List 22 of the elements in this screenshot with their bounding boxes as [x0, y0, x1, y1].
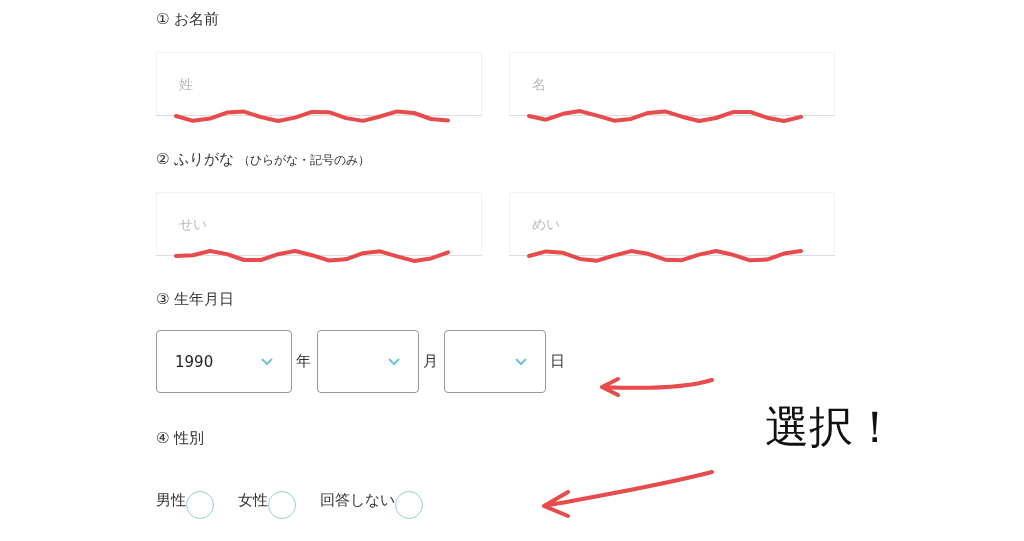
date-select[interactable] [444, 330, 546, 393]
heading-note: （ひらがな・記号のみ） [238, 152, 371, 169]
chevron-down-icon [515, 357, 527, 366]
date-select[interactable]: 1990 [156, 330, 292, 393]
section-heading: ① お名前 [156, 10, 220, 29]
date-unit: 日 [550, 352, 565, 371]
radio-label: 男性 [156, 490, 186, 510]
section-heading: ④ 性別 [156, 429, 205, 448]
radio-label: 回答しない [320, 490, 395, 510]
section-heading: ③ 生年月日 [156, 290, 235, 309]
text-field[interactable]: せい [156, 192, 482, 256]
text-field[interactable]: めい [509, 192, 835, 256]
date-unit: 月 [423, 352, 438, 371]
chevron-down-icon [388, 357, 400, 366]
chevron-down-icon [261, 357, 273, 366]
date-unit: 年 [296, 352, 311, 371]
date-select[interactable] [317, 330, 419, 393]
radio-label: 女性 [238, 490, 268, 510]
text-field[interactable]: 姓 [156, 52, 482, 116]
section-heading: ② ふりがな [156, 150, 235, 169]
annotation-text: 選択！ [765, 400, 897, 454]
text-field[interactable]: 名 [509, 52, 835, 116]
